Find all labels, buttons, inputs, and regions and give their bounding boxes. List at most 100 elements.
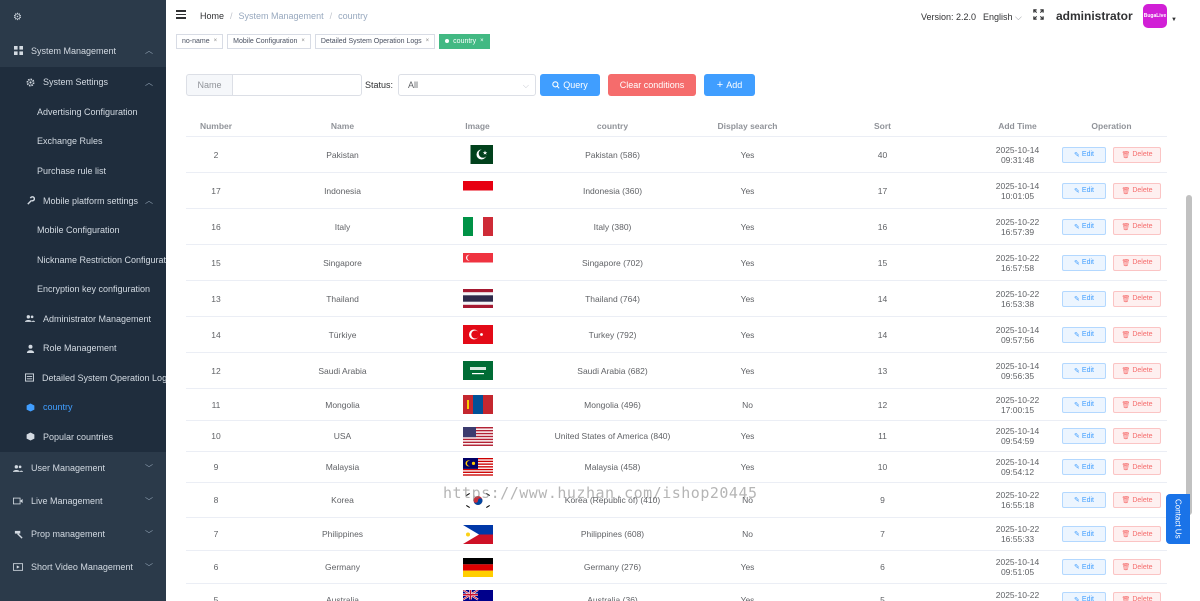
breadcrumb-home[interactable]: Home — [200, 11, 224, 21]
delete-button[interactable]: 🗑 Delete — [1113, 254, 1161, 271]
sidebar-item-nickname-restriction-configuration[interactable]: Nickname Restriction Configuration — [0, 245, 166, 275]
edit-button[interactable]: ✎ Edit — [1062, 362, 1106, 379]
edit-button[interactable]: ✎ Edit — [1062, 428, 1106, 444]
contact-us-button[interactable]: Contact Us — [1166, 494, 1190, 544]
edit-icon: ✎ — [1074, 295, 1080, 303]
sidebar-item-label: Mobile platform settings — [43, 195, 139, 206]
page-scrollbar[interactable] — [1186, 195, 1192, 515]
admin-username[interactable]: administrator — [1056, 9, 1133, 23]
tag-detailed-system-operation-logs[interactable]: Detailed System Operation Logs × — [314, 33, 436, 49]
table-row: 2 Pakistan Pakistan (586) Yes 40 2025-10-14 0… — [186, 137, 1167, 173]
trash-icon: 🗑 — [1121, 433, 1131, 440]
close-icon[interactable]: × — [214, 35, 218, 48]
delete-button[interactable]: 🗑 Delete — [1113, 428, 1161, 444]
close-icon[interactable]: × — [426, 35, 430, 48]
tag-country[interactable]: country × — [439, 33, 490, 49]
fullscreen-icon[interactable] — [1033, 9, 1044, 20]
sidebar-item-country[interactable]: country — [0, 392, 166, 422]
delete-button[interactable]: 🗑 Delete — [1113, 559, 1161, 575]
edit-button[interactable]: ✎ Edit — [1062, 182, 1106, 199]
cell-number: 2 — [213, 149, 219, 160]
cell-number: 5 — [213, 594, 219, 601]
breadcrumb: Home / System Management / country — [200, 11, 368, 21]
sidebar-item-label: Purchase rule list — [37, 165, 107, 176]
cell-number: 12 — [211, 365, 221, 376]
sidebar-item-live-management[interactable]: Live Management ﹀ — [0, 484, 166, 518]
sidebar-item-system-settings[interactable]: System Settings ︿ — [0, 67, 166, 97]
cell-name: Thailand — [326, 293, 359, 304]
trash-icon: 🗑 — [1121, 596, 1131, 601]
trash-icon: 🗑 — [1121, 295, 1131, 303]
language-dropdown[interactable]: English ⌵ — [983, 12, 1022, 23]
cell-operation: ✎ Edit 🗑 Delete — [1056, 182, 1167, 199]
edit-button[interactable]: ✎ Edit — [1062, 526, 1106, 542]
sidebar-item-advertising-configuration[interactable]: Advertising Configuration — [0, 97, 166, 127]
delete-button[interactable]: 🗑 Delete — [1113, 526, 1161, 542]
edit-button[interactable]: ✎ Edit — [1062, 290, 1106, 307]
add-button[interactable]: + Add — [704, 74, 755, 96]
sidebar-item-exchange-rules[interactable]: Exchange Rules — [0, 126, 166, 156]
query-button[interactable]: Query — [540, 74, 600, 96]
edit-button[interactable]: ✎ Edit — [1062, 146, 1106, 163]
edit-button[interactable]: ✎ Edit — [1062, 591, 1106, 601]
sidebar-item-label: Exchange Rules — [37, 136, 103, 147]
edit-button[interactable]: ✎ Edit — [1062, 459, 1106, 475]
delete-button[interactable]: 🗑 Delete — [1113, 218, 1161, 235]
flag-turkey-icon — [462, 325, 493, 344]
delete-button[interactable]: 🗑 Delete — [1113, 362, 1161, 379]
caret-down-icon[interactable]: ▼ — [1171, 17, 1177, 23]
delete-button[interactable]: 🗑 Delete — [1113, 492, 1161, 508]
delete-button[interactable]: 🗑 Delete — [1113, 146, 1161, 163]
edit-button[interactable]: ✎ Edit — [1062, 326, 1106, 343]
delete-button[interactable]: 🗑 Delete — [1113, 326, 1161, 343]
avatar[interactable]: BugaLive — [1143, 4, 1167, 28]
tag-no-name[interactable]: no-name × — [176, 33, 224, 49]
trash-icon: 🗑 — [1121, 367, 1131, 375]
sidebar-item-user-management[interactable]: User Management ﹀ — [0, 451, 166, 485]
clear-conditions-button[interactable]: Clear conditions — [608, 74, 696, 96]
sidebar-item-role-management[interactable]: Role Management — [0, 333, 166, 363]
sidebar-item-short-video-management[interactable]: Short Video Management ﹀ — [0, 550, 166, 584]
cell-image — [439, 361, 516, 380]
cell-country: Korea (Republic of) (410) — [564, 495, 661, 505]
logo-icon: ⚙ — [13, 11, 22, 23]
sidebar-item-popular-countries[interactable]: Popular countries — [0, 422, 166, 452]
sidebar-item-mobile-configuration[interactable]: Mobile Configuration — [0, 215, 166, 245]
sidebar-item-mobile-platform-settings[interactable]: Mobile platform settings ︿ — [0, 185, 166, 216]
edit-button[interactable]: ✎ Edit — [1062, 254, 1106, 271]
edit-button[interactable]: ✎ Edit — [1062, 492, 1106, 508]
chevron-up-icon: ︿ — [145, 77, 153, 87]
flag-pakistan-icon — [462, 145, 493, 164]
hamburger-icon[interactable] — [176, 10, 186, 19]
delete-button[interactable]: 🗑 Delete — [1113, 591, 1161, 601]
sidebar-item-detailed-system-operation-logs[interactable]: Detailed System Operation Logs — [0, 363, 166, 393]
sidebar-item-system-management[interactable]: System Management ︿ — [0, 34, 166, 67]
edit-button[interactable]: ✎ Edit — [1062, 559, 1106, 575]
edit-button[interactable]: ✎ Edit — [1062, 396, 1106, 413]
cell-add-time: 2025-10-22 16:53:20 — [995, 589, 1040, 601]
flag-singapore-icon — [462, 253, 493, 272]
sidebar-item-prop-management[interactable]: Prop management ﹀ — [0, 517, 166, 551]
delete-button[interactable]: 🗑 Delete — [1113, 290, 1161, 307]
delete-button[interactable]: 🗑 Delete — [1113, 459, 1161, 475]
delete-button[interactable]: 🗑 Delete — [1113, 182, 1161, 199]
sidebar-item-administrator-management[interactable]: Administrator Management — [0, 304, 166, 334]
wrench-icon — [25, 196, 35, 206]
edit-icon: ✎ — [1074, 433, 1080, 440]
film-icon — [13, 562, 23, 572]
tag-mobile-configuration[interactable]: Mobile Configuration × — [227, 33, 311, 49]
flag-australia-icon — [462, 590, 493, 601]
col-number: Number — [199, 120, 233, 131]
delete-button[interactable]: 🗑 Delete — [1113, 396, 1161, 413]
close-icon[interactable]: × — [301, 35, 305, 48]
edit-button[interactable]: ✎ Edit — [1062, 218, 1106, 235]
cell-number: 11 — [211, 399, 221, 410]
close-icon[interactable]: × — [480, 35, 484, 48]
sidebar-item-purchase-rule-list[interactable]: Purchase rule list — [0, 156, 166, 186]
cell-operation: ✎ Edit 🗑 Delete — [1056, 428, 1167, 444]
name-input[interactable] — [232, 74, 362, 96]
cell-add-time: 2025-10-22 16:55:18 — [995, 490, 1040, 510]
sidebar-item-encryption-key-configuration[interactable]: Encryption key configuration — [0, 274, 166, 304]
status-select[interactable]: All ⌵ — [398, 74, 536, 96]
cell-name: Korea — [331, 495, 354, 505]
